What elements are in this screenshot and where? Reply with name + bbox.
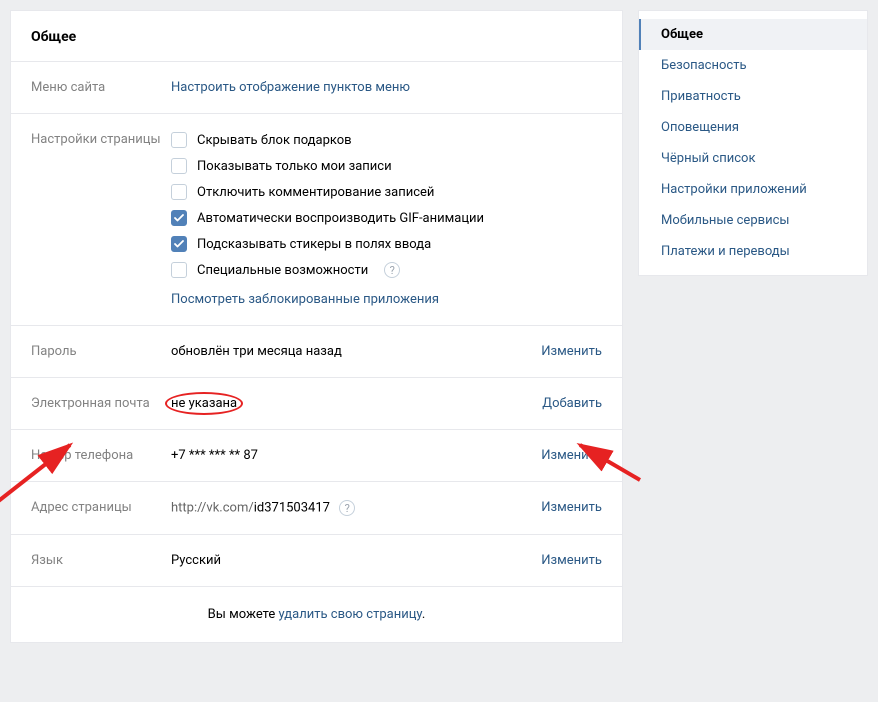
checkbox-row: Подсказывать стикеры в полях ввода — [171, 236, 602, 252]
password-value: обновлён три месяца назад — [171, 344, 342, 359]
checkbox[interactable] — [171, 210, 187, 226]
delete-page-link[interactable]: удалить свою страницу — [279, 607, 422, 622]
checkbox-label: Показывать только мои записи — [197, 159, 392, 174]
address-prefix: http://vk.com/ — [171, 501, 254, 516]
panel-header: Общее — [11, 11, 622, 62]
footer-suffix: . — [422, 607, 425, 622]
checkbox-row: Скрывать блок подарков — [171, 132, 602, 148]
section-label: Меню сайта — [31, 80, 171, 95]
checkbox[interactable] — [171, 262, 187, 278]
checkbox-label: Автоматически воспроизводить GIF-анимаци… — [197, 211, 484, 226]
sidebar-item[interactable]: Платежи и переводы — [639, 236, 867, 267]
checkbox-label: Отключить комментирование записей — [197, 185, 434, 200]
sidebar-item[interactable]: Приватность — [639, 81, 867, 112]
section-label: Настройки страницы — [31, 132, 171, 307]
checkbox-label: Скрывать блок подарков — [197, 133, 352, 148]
sidebar-item[interactable]: Мобильные сервисы — [639, 205, 867, 236]
change-phone-link[interactable]: Изменить — [541, 448, 602, 463]
settings-sidebar: ОбщееБезопасностьПриватностьОповещенияЧё… — [638, 10, 868, 276]
section-address: Адрес страницы http://vk.com/id371503417… — [11, 482, 622, 535]
page-title: Общее — [31, 29, 602, 45]
address-value: id371503417 — [254, 501, 330, 516]
section-label: Номер телефона — [31, 448, 171, 463]
checkbox-label: Специальные возможности — [197, 263, 368, 278]
section-language: Язык Русский Изменить — [11, 535, 622, 587]
phone-value: +7 *** *** ** 87 — [171, 448, 258, 463]
checkbox[interactable] — [171, 158, 187, 174]
footer-prefix: Вы можете — [208, 607, 279, 622]
sidebar-item[interactable]: Оповещения — [639, 112, 867, 143]
help-icon[interactable]: ? — [339, 500, 355, 516]
section-label: Электронная почта — [31, 396, 171, 411]
section-page-settings: Настройки страницы Скрывать блок подарко… — [11, 114, 622, 326]
checkbox-row: Показывать только мои записи — [171, 158, 602, 174]
checkbox-row: Автоматически воспроизводить GIF-анимаци… — [171, 210, 602, 226]
checkbox[interactable] — [171, 184, 187, 200]
section-phone: Номер телефона +7 *** *** ** 87 Изменить — [11, 430, 622, 482]
language-value: Русский — [171, 553, 221, 568]
checkbox-label: Подсказывать стикеры в полях ввода — [197, 237, 431, 252]
change-language-link[interactable]: Изменить — [541, 553, 602, 568]
change-password-link[interactable]: Изменить — [541, 344, 602, 359]
change-address-link[interactable]: Изменить — [541, 500, 602, 515]
sidebar-item[interactable]: Настройки приложений — [639, 174, 867, 205]
checkbox-row: Специальные возможности? — [171, 262, 602, 278]
sidebar-item[interactable]: Безопасность — [639, 50, 867, 81]
section-site-menu: Меню сайта Настроить отображение пунктов… — [11, 62, 622, 114]
sidebar-item[interactable]: Общее — [639, 19, 867, 50]
settings-main-panel: Общее Меню сайта Настроить отображение п… — [10, 10, 623, 643]
checkbox-row: Отключить комментирование записей — [171, 184, 602, 200]
section-email: Электронная почта не указана Добавить — [11, 378, 622, 430]
sidebar-item[interactable]: Чёрный список — [639, 143, 867, 174]
blocked-apps-link[interactable]: Посмотреть заблокированные приложения — [171, 292, 439, 307]
configure-menu-link[interactable]: Настроить отображение пунктов меню — [171, 80, 410, 95]
add-email-link[interactable]: Добавить — [542, 396, 602, 411]
section-label: Пароль — [31, 344, 171, 359]
section-label: Язык — [31, 553, 171, 568]
checkbox[interactable] — [171, 236, 187, 252]
section-label: Адрес страницы — [31, 500, 171, 516]
section-password: Пароль обновлён три месяца назад Изменит… — [11, 326, 622, 378]
email-value: не указана — [171, 396, 237, 411]
help-icon[interactable]: ? — [384, 262, 400, 278]
footer: Вы можете удалить свою страницу. — [11, 587, 622, 642]
checkbox[interactable] — [171, 132, 187, 148]
